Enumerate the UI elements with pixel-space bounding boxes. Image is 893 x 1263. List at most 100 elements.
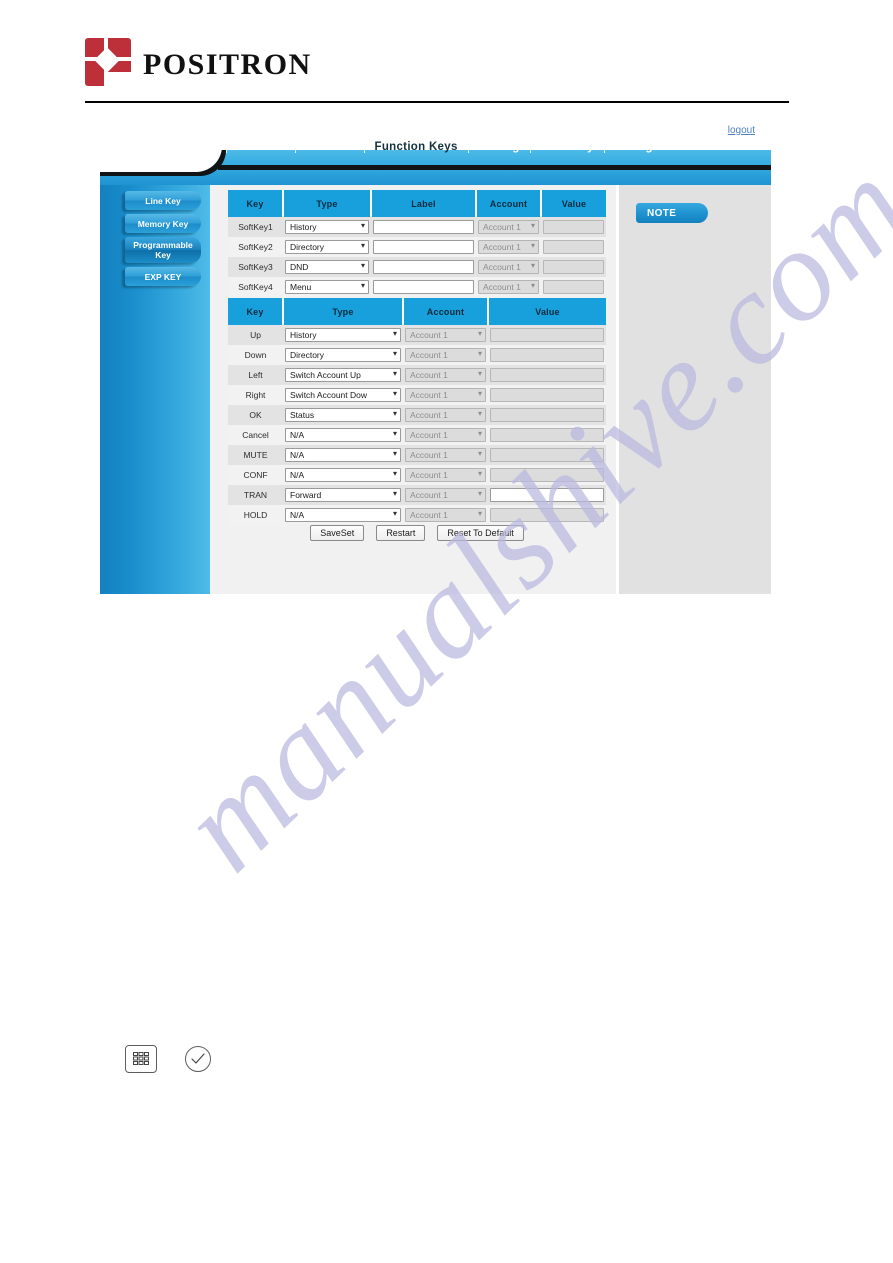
programmable-type-select[interactable]: Switch Account Dow — [285, 388, 401, 402]
softkey-value-cell — [541, 257, 606, 277]
logout-link[interactable]: logout — [728, 125, 755, 136]
programmable-type-cell: Switch Account Dow — [283, 385, 403, 405]
table-row: MUTEN/A Account 1 — [228, 445, 606, 465]
programmable-type-select[interactable]: Forward — [285, 488, 401, 502]
softkey-value-input — [543, 260, 604, 274]
footer-icon-row — [125, 1045, 211, 1073]
programmable-table-body: UpHistory Account 1 DownDirectory Account 1… — [228, 325, 606, 525]
softkey-name: SoftKey3 — [228, 257, 283, 277]
softkey-label-input[interactable] — [373, 240, 474, 254]
sidebar-item-memory-key[interactable]: Memory Key — [125, 214, 201, 233]
programmable-table: Key Type Account Value UpHistory Account … — [228, 298, 606, 525]
softkey-value-cell — [541, 237, 606, 257]
softkey-value-input — [543, 240, 604, 254]
table-row: CancelN/A Account 1 — [228, 425, 606, 445]
programmable-type-select[interactable]: History — [285, 328, 401, 342]
programmable-value-input — [490, 368, 604, 382]
sidebar-item-line-key[interactable]: Line Key — [125, 191, 201, 210]
softkey-type-cell: History — [283, 217, 371, 237]
programmable-type-select[interactable]: N/A — [285, 508, 401, 522]
softkey-type-select[interactable]: Directory — [285, 240, 369, 254]
col-header-key: Key — [228, 190, 284, 217]
softkey-label-input[interactable] — [373, 260, 474, 274]
programmable-account-select: Account 1 — [405, 448, 486, 462]
softkey-account-select: Account 1 — [478, 240, 539, 254]
programmable-type-cell: Directory — [283, 345, 403, 365]
col-header-account: Account — [476, 190, 542, 217]
programmable-type-select[interactable]: N/A — [285, 448, 401, 462]
saveset-button[interactable]: SaveSet — [310, 525, 365, 541]
keypad-icon — [125, 1045, 157, 1073]
restart-button[interactable]: Restart — [376, 525, 426, 541]
softkey-value-cell — [541, 277, 606, 297]
col-header-account: Account — [403, 298, 489, 325]
softkey-label-cell — [371, 257, 476, 277]
sidebar-item-label: Programmable Key — [133, 240, 193, 260]
nav-item-account[interactable]: Account — [227, 141, 295, 153]
nav-item-function-keys[interactable]: Function Keys — [365, 141, 468, 153]
programmable-account-select: Account 1 — [405, 488, 486, 502]
note-tab: NOTE — [636, 203, 708, 223]
programmable-value-input[interactable] — [490, 488, 604, 502]
sidebar-item-programmable-key[interactable]: Programmable Key — [125, 237, 201, 263]
table-row: SoftKey1History Account 1 — [228, 217, 606, 237]
brand-wordmark: POSITRON — [143, 48, 312, 81]
softkey-label-input[interactable] — [373, 220, 474, 234]
nav-item-directory[interactable]: Directory — [531, 141, 604, 153]
programmable-account-select: Account 1 — [405, 348, 486, 362]
programmable-type-select[interactable]: Switch Account Up — [285, 368, 401, 382]
softkey-account-select: Account 1 — [478, 220, 539, 234]
sidebar-item-label: Line Key — [145, 195, 181, 206]
softkey-type-select[interactable]: DND — [285, 260, 369, 274]
col-header-key: Key — [228, 298, 284, 325]
softkey-label-cell — [371, 277, 476, 297]
table-row: RightSwitch Account Dow Account 1 — [228, 385, 606, 405]
programmable-value-input — [490, 508, 604, 522]
programmable-value-cell — [488, 405, 606, 425]
table-row: SoftKey3DND Account 1 — [228, 257, 606, 277]
programmable-key-name: Right — [228, 385, 283, 405]
content-area: Key Type Label Account Value SoftKey1 His… — [210, 185, 616, 594]
programmable-type-select[interactable]: N/A — [285, 428, 401, 442]
softkey-type-select[interactable]: Menu — [285, 280, 369, 294]
nav-item-setting[interactable]: Setting — [469, 141, 530, 153]
col-header-type: Type — [283, 298, 404, 325]
softkey-account-cell: Account 1 — [476, 257, 541, 277]
programmable-type-select[interactable]: Status — [285, 408, 401, 422]
softkey-type-select[interactable]: History — [285, 220, 369, 234]
sidebar-item-label: Memory Key — [137, 218, 189, 229]
note-panel: NOTE — [616, 185, 771, 594]
nav-item-management[interactable]: Management — [605, 141, 698, 153]
programmable-value-cell — [488, 385, 606, 405]
programmable-header-row: Key Type Account Value — [228, 298, 606, 325]
softkey-account-cell: Account 1 — [476, 237, 541, 257]
programmable-value-cell — [488, 505, 606, 525]
col-header-value: Value — [488, 298, 606, 325]
programmable-account-select: Account 1 — [405, 328, 486, 342]
programmable-account-select: Account 1 — [405, 388, 486, 402]
programmable-type-select[interactable]: N/A — [285, 468, 401, 482]
programmable-type-select[interactable]: Directory — [285, 348, 401, 362]
programmable-account-cell: Account 1 — [403, 425, 488, 445]
table-row: SoftKey4Menu Account 1 — [228, 277, 606, 297]
programmable-account-select: Account 1 — [405, 368, 486, 382]
programmable-key-name: Left — [228, 365, 283, 385]
nav-item-network[interactable]: Network — [296, 141, 363, 153]
nav-item-home[interactable]: Home — [173, 141, 226, 153]
programmable-type-cell: Status — [283, 405, 403, 425]
sidebar-item-exp-key[interactable]: EXP KEY — [125, 267, 201, 286]
programmable-key-name: Cancel — [228, 425, 283, 445]
softkey-value-input — [543, 280, 604, 294]
softkey-label-input[interactable] — [373, 280, 474, 294]
softkey-header-row: Key Type Label Account Value — [228, 190, 606, 217]
softkey-type-cell: DND — [283, 257, 371, 277]
softkey-type-cell: Directory — [283, 237, 371, 257]
programmable-account-cell: Account 1 — [403, 465, 488, 485]
softkey-table-wrapper: Key Type Label Account Value SoftKey1 His… — [228, 190, 606, 297]
softkey-account-cell: Account 1 — [476, 217, 541, 237]
programmable-account-cell: Account 1 — [403, 485, 488, 505]
reset-to-default-button[interactable]: Reset To Default — [437, 525, 524, 541]
programmable-type-cell: Switch Account Up — [283, 365, 403, 385]
positron-logo-icon — [85, 38, 131, 86]
programmable-type-cell: N/A — [283, 445, 403, 465]
